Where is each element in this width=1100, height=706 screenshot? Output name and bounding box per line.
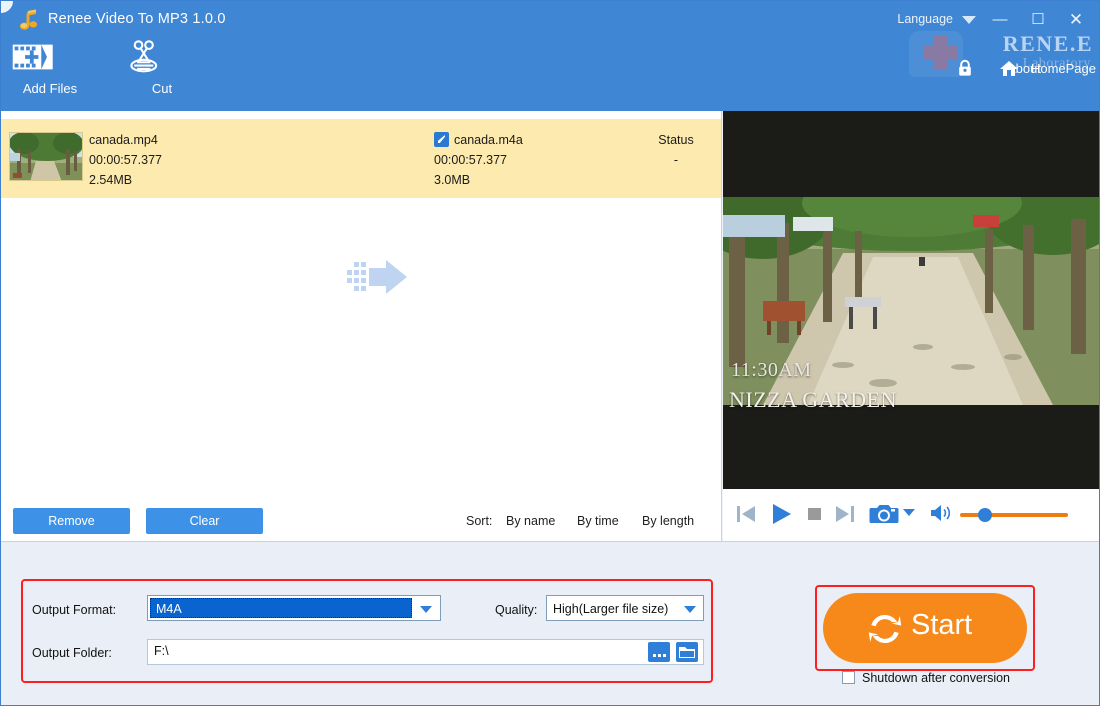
camera-icon[interactable] [869,501,899,527]
pencil-edit-icon[interactable] [434,132,449,147]
stop-icon[interactable] [803,501,827,527]
clear-button[interactable]: Clear [146,508,263,534]
player-controls [723,489,1100,541]
target-file-name: canada.m4a [454,133,523,147]
start-button[interactable]: Start [823,593,1027,663]
camera-dropdown-caret-icon[interactable] [903,509,915,516]
output-folder-value: F:\ [154,644,169,658]
arrow-right-icon [347,259,409,295]
homepage-link[interactable]: HomePage [1031,61,1096,76]
open-folder-button[interactable] [676,642,698,662]
skip-previous-icon[interactable] [734,501,758,527]
shutdown-checkbox[interactable] [842,671,855,684]
speaker-icon[interactable] [929,501,953,525]
scissors-icon [119,37,169,77]
toolbar-label-add-files: Add Files [7,81,93,96]
status-column: Status - [646,131,706,170]
chevron-down-icon[interactable] [420,606,432,613]
play-icon[interactable] [768,501,794,527]
source-size: 2.54MB [89,170,162,190]
start-button-label: Start [911,609,972,642]
output-folder-label: Output Folder: [32,646,112,660]
status-header: Status [646,131,706,150]
file-list-row[interactable]: canada.mp4 00:00:57.377 2.54MB canada.m4… [1,119,722,198]
volume-slider[interactable] [960,513,1068,517]
shutdown-checkbox-label: Shutdown after conversion [862,671,1010,685]
output-format-value: M4A [150,598,412,618]
app-title: Renee Video To MP3 1.0.0 [48,11,226,27]
video-overlay-time: 11:30AM [731,359,812,382]
music-note-icon [15,9,41,33]
volume-slider-thumb[interactable] [978,508,992,522]
home-icon[interactable] [999,58,1019,78]
film-plus-icon [7,37,57,77]
target-size: 3.0MB [434,170,523,190]
title-bar: Renee Video To MP3 1.0.0 Language — ☐ ✕ … [1,1,1100,111]
source-file-info: canada.mp4 00:00:57.377 2.54MB [89,131,162,190]
application-window: Renee Video To MP3 1.0.0 Language — ☐ ✕ … [0,0,1100,706]
folder-icon [676,642,698,662]
video-preview[interactable]: 11:30AM NIZZA GARDEN [723,111,1100,489]
sort-by-time-button[interactable]: By time [577,514,619,528]
remove-button[interactable]: Remove [13,508,130,534]
chevron-down-icon[interactable] [684,606,696,613]
target-file-name-line: canada.m4a [434,131,523,150]
toolbar-button-add-files[interactable]: Add Files [7,37,93,96]
quality-label: Quality: [495,603,537,617]
list-action-bar: Remove Clear Sort: By name By time By le… [1,501,722,541]
quality-value: High(Larger file size) [553,599,668,619]
lock-icon[interactable] [955,58,975,78]
output-folder-input[interactable]: F:\ [147,639,704,665]
status-badge: - [646,150,706,170]
video-overlay-place: NIZZA GARDEN [729,387,897,413]
target-duration: 00:00:57.377 [434,150,523,170]
toolbar-label-cut: Cut [119,81,205,96]
sort-label: Sort: [466,514,492,528]
ellipsis-icon [648,642,670,662]
quality-select[interactable]: High(Larger file size) [546,595,704,621]
watermark-brand-text: RENE.E [1003,31,1093,57]
output-format-label: Output Format: [32,603,116,617]
sort-by-length-button[interactable]: By length [642,514,694,528]
source-duration: 00:00:57.377 [89,150,162,170]
output-format-select[interactable]: M4A [147,595,441,621]
skip-next-icon[interactable] [833,501,857,527]
sort-by-name-button[interactable]: By name [506,514,555,528]
video-thumbnail [9,132,83,181]
toolbar-button-cut[interactable]: Cut [119,37,205,96]
file-list[interactable]: canada.mp4 00:00:57.377 2.54MB canada.m4… [1,111,722,501]
target-file-info: canada.m4a 00:00:57.377 3.0MB [434,131,523,190]
browse-button[interactable] [648,642,670,662]
refresh-circular-icon [865,609,905,649]
source-file-name: canada.mp4 [89,131,162,150]
